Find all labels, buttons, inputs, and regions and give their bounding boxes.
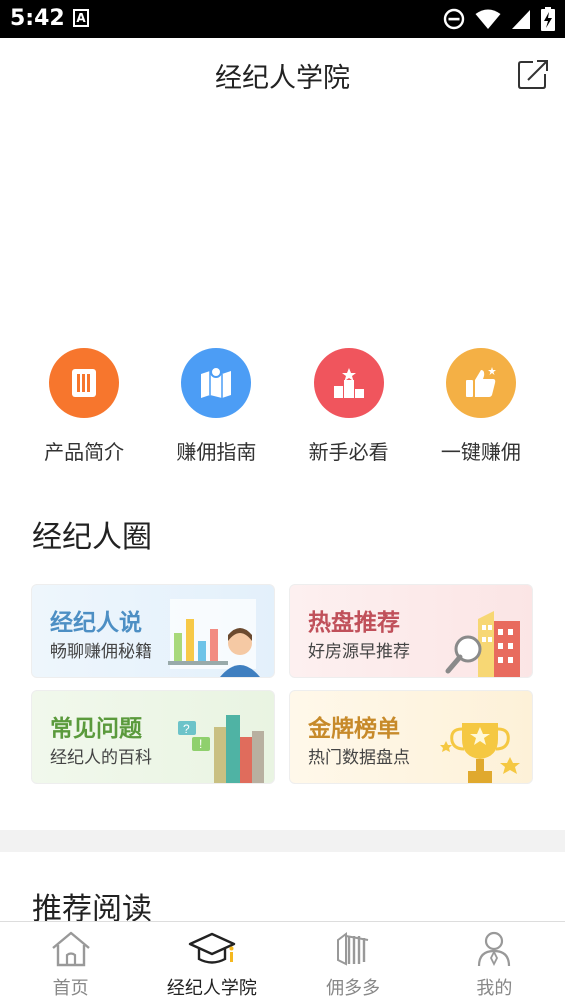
quicknav-item-newbie-must-see[interactable]: 新手必看 bbox=[289, 348, 409, 468]
section-divider bbox=[0, 830, 565, 852]
page-title: 经纪人学院 bbox=[215, 63, 350, 94]
quicknav-label: 新手必看 bbox=[308, 440, 389, 464]
do-not-disturb-icon bbox=[443, 8, 465, 30]
wifi-icon bbox=[475, 9, 501, 29]
svg-text:!: ! bbox=[199, 737, 202, 751]
tab-label: 佣多多 bbox=[326, 978, 381, 999]
quick-nav: 产品简介 赚佣指南 新手必看 一键赚佣 bbox=[0, 348, 565, 468]
signal-icon bbox=[512, 10, 530, 29]
card-title: 热盘推荐 bbox=[308, 610, 400, 636]
notification-a-icon: A bbox=[73, 9, 89, 27]
tab-agent-academy[interactable]: 经纪人学院 bbox=[141, 922, 282, 1004]
bottom-tab-bar: 首页 经纪人学院 佣多多 我的 bbox=[0, 921, 565, 1004]
buildings-magnifier-icon bbox=[445, 611, 520, 677]
card-title: 金牌榜单 bbox=[308, 716, 400, 742]
graduation-cap-icon bbox=[188, 932, 236, 964]
product-book-icon bbox=[49, 348, 120, 418]
card-agent-talk[interactable]: 经纪人说 畅聊赚佣秘籍 bbox=[31, 584, 275, 678]
card-title: 常见问题 bbox=[50, 716, 142, 742]
card-hot-property[interactable]: 热盘推荐 好房源早推荐 bbox=[289, 584, 533, 678]
quicknav-label: 一键赚佣 bbox=[440, 440, 521, 464]
quicknav-item-one-click-earn[interactable]: 一键赚佣 bbox=[421, 348, 541, 468]
app-header: 经纪人学院 bbox=[0, 38, 565, 110]
card-subtitle: 好房源早推荐 bbox=[308, 642, 410, 662]
share-icon[interactable] bbox=[515, 56, 551, 92]
card-subtitle: 经纪人的百科 bbox=[50, 748, 152, 768]
bar-chart-person-icon bbox=[168, 599, 260, 677]
tab-label: 首页 bbox=[52, 978, 89, 999]
thumbs-up-icon bbox=[445, 348, 516, 418]
building-logo-icon bbox=[337, 932, 369, 966]
card-gold-ranking[interactable]: 金牌榜单 热门数据盘点 bbox=[289, 690, 533, 784]
status-bar: 5:42 A bbox=[0, 0, 565, 38]
tab-home[interactable]: 首页 bbox=[0, 922, 141, 1004]
card-subtitle: 热门数据盘点 bbox=[308, 748, 410, 768]
quicknav-item-product-intro[interactable]: 产品简介 bbox=[24, 348, 144, 468]
quicknav-label: 产品简介 bbox=[44, 440, 125, 464]
card-faq[interactable]: 常见问题 经纪人的百科 ? ! bbox=[31, 690, 275, 784]
books-question-icon: ? ! bbox=[178, 715, 264, 783]
quicknav-label: 赚佣指南 bbox=[176, 440, 257, 464]
battery-icon bbox=[541, 7, 555, 31]
tab-mine[interactable]: 我的 bbox=[424, 922, 565, 1004]
status-time: 5:42 bbox=[10, 6, 65, 31]
podium-icon bbox=[313, 348, 384, 418]
banner-area bbox=[0, 110, 565, 340]
map-pin-icon bbox=[181, 348, 252, 418]
quicknav-item-commission-guide[interactable]: 赚佣指南 bbox=[156, 348, 276, 468]
card-subtitle: 畅聊赚佣秘籍 bbox=[50, 642, 152, 662]
person-icon bbox=[478, 931, 511, 967]
card-title: 经纪人说 bbox=[50, 610, 142, 636]
tab-yongduoduo[interactable]: 佣多多 bbox=[283, 922, 424, 1004]
tab-label: 我的 bbox=[476, 978, 513, 999]
trophy-icon bbox=[440, 723, 520, 783]
svg-text:?: ? bbox=[183, 722, 190, 736]
tab-label: 经纪人学院 bbox=[166, 978, 257, 999]
section-title-agent-circle: 经纪人圈 bbox=[32, 520, 152, 555]
home-icon bbox=[51, 931, 90, 967]
